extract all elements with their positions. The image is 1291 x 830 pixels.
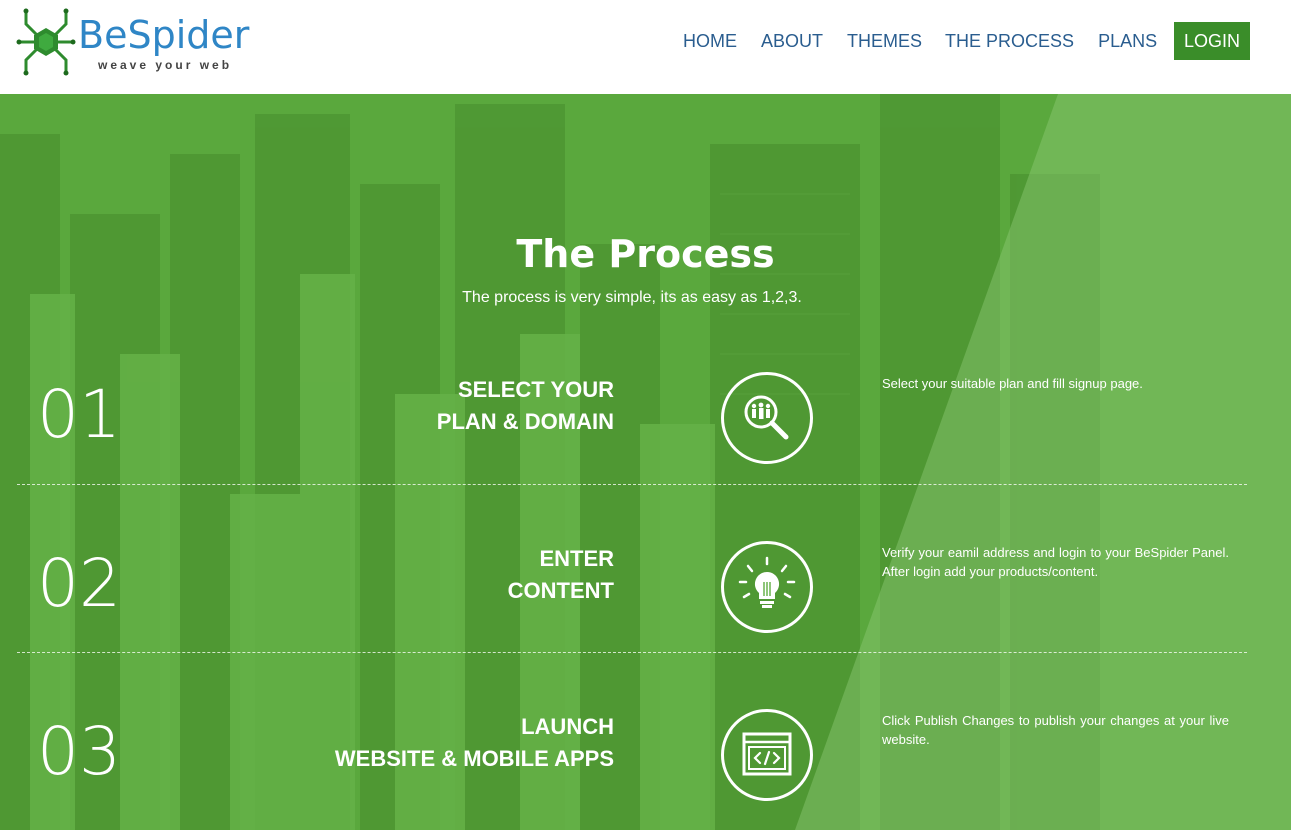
process-step-3: 03 LAUNCH WEBSITE & MOBILE APPS Click Pu… (0, 709, 1291, 830)
brand-tagline: weave your web (98, 58, 233, 72)
step-description: Click Publish Changes to publish your ch… (882, 713, 1229, 747)
nav-item-about[interactable]: ABOUT (761, 30, 823, 52)
step-divider (17, 652, 1247, 653)
lightbulb-icon (721, 541, 813, 633)
nav-item-home[interactable]: HOME (683, 30, 737, 52)
nav-item-themes[interactable]: THEMES (847, 30, 922, 52)
main-nav: HOME ABOUT THEMES THE PROCESS PLANS (683, 30, 1157, 52)
spider-logo-icon (16, 8, 76, 76)
process-step-1: 01 SELECT YOUR PLAN & DOMAIN Select your… (0, 372, 1291, 494)
step-title: ENTER CONTENT (508, 543, 614, 607)
brand-logo[interactable]: BeSpider weave your web (16, 6, 256, 76)
login-button[interactable]: LOGIN (1174, 22, 1250, 60)
step-number: 03 (37, 713, 121, 790)
nav-item-plans[interactable]: PLANS (1098, 30, 1157, 52)
step-title-line1: ENTER (539, 546, 614, 571)
step-title: LAUNCH WEBSITE & MOBILE APPS (335, 711, 614, 775)
process-section: The Process The process is very simple, … (0, 94, 1291, 830)
step-description: Select your suitable plan and fill signu… (882, 376, 1143, 391)
step-description: Verify your eamil address and login to y… (882, 545, 1229, 579)
search-people-icon (721, 372, 813, 464)
step-number: 02 (37, 545, 121, 622)
step-title-line2: PLAN & DOMAIN (436, 409, 614, 434)
step-title-line1: SELECT YOUR (457, 377, 614, 402)
step-title-line2: WEBSITE & MOBILE APPS (334, 746, 614, 771)
brand-name: BeSpider (78, 13, 250, 57)
step-title-line2: CONTENT (507, 578, 614, 603)
step-number: 01 (37, 376, 121, 453)
process-step-2: 02 ENTER CONTENT Verify your eamil addre… (0, 541, 1291, 663)
nav-item-the-process[interactable]: THE PROCESS (945, 30, 1074, 52)
step-title-line1: LAUNCH (521, 714, 614, 739)
section-title: The Process (516, 232, 775, 276)
step-divider (17, 484, 1247, 485)
code-window-icon (721, 709, 813, 801)
step-title: SELECT YOUR PLAN & DOMAIN (437, 374, 614, 438)
site-header: BeSpider weave your web HOME ABOUT THEME… (0, 0, 1291, 94)
section-subtitle: The process is very simple, its as easy … (462, 289, 802, 306)
